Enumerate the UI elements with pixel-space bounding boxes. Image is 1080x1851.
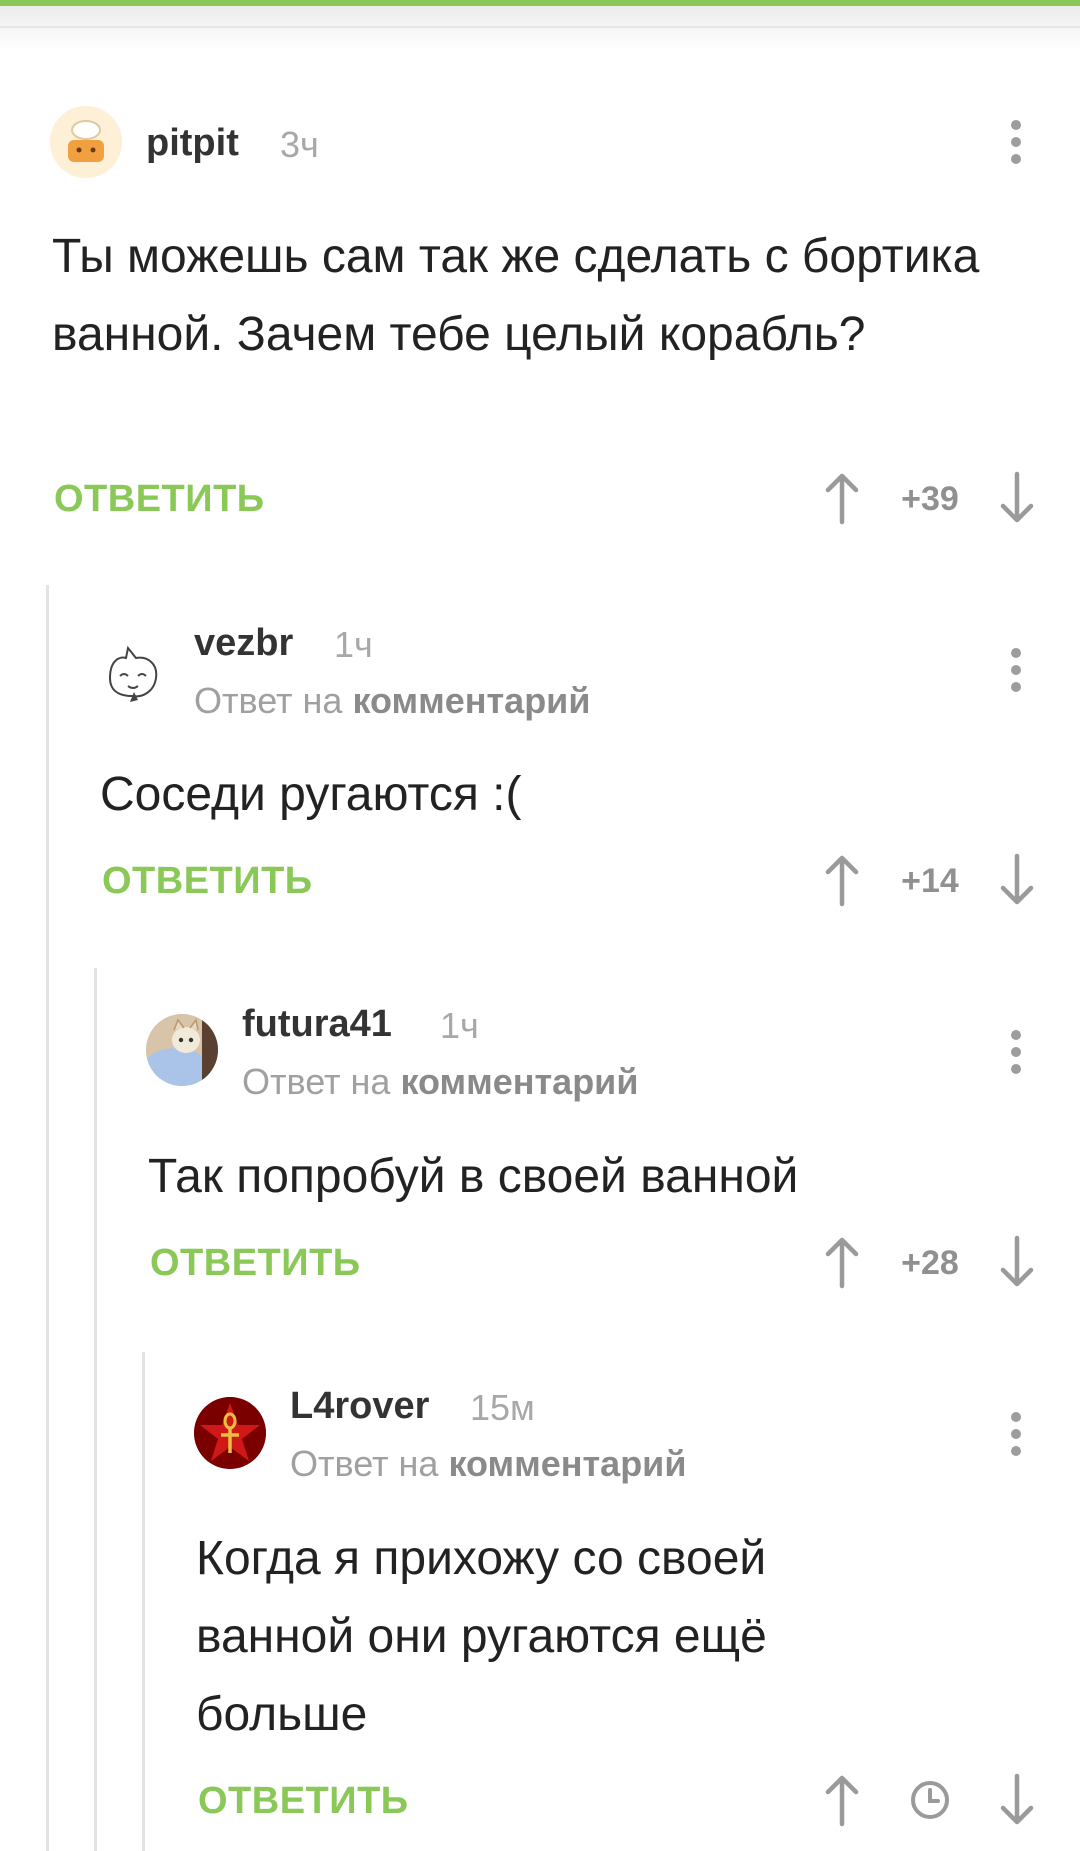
vote-score: +39 [901,480,959,518]
username[interactable]: L4rover [290,1385,429,1428]
chef-cat-avatar-icon [50,106,122,178]
more-options-icon[interactable] [1001,640,1031,700]
vote-score: +14 [901,862,959,900]
downvote-arrow-icon[interactable] [995,852,1039,908]
reply-to-label: Ответ на комментарий [242,1061,638,1103]
reply-to-prefix: Ответ на [242,1061,391,1102]
username[interactable]: pitpit [146,122,239,165]
comment-text: Ты можешь сам так же сделать с бортика в… [52,230,980,361]
reply-to-link[interactable]: комментарий [448,1443,686,1484]
reply-to-prefix: Ответ на [290,1443,439,1484]
vote-score: +28 [901,1244,959,1282]
reply-to-prefix: Ответ на [194,680,343,721]
reply-button[interactable]: ОТВЕТИТЬ [198,1780,409,1823]
upvote-arrow-icon[interactable] [820,852,864,908]
timestamp: 15м [470,1387,535,1428]
avatar[interactable] [50,106,122,178]
username[interactable]: futura41 [242,1003,392,1046]
username[interactable]: vezbr [194,622,293,665]
clock-icon [911,1781,949,1819]
avatar[interactable] [146,1014,218,1086]
reply-to-label: Ответ на комментарий [194,680,590,722]
upvote-arrow-icon[interactable] [820,1234,864,1290]
thread-line [94,968,97,1851]
thread-line [142,1352,145,1851]
cat-photo-avatar-icon [146,1014,218,1086]
downvote-arrow-icon[interactable] [995,1234,1039,1290]
reply-to-label: Ответ на комментарий [290,1443,686,1485]
avatar[interactable] [194,1397,266,1469]
upvote-arrow-icon[interactable] [820,470,864,526]
more-options-icon[interactable] [1001,1022,1031,1082]
reply-to-link[interactable]: комментарий [352,680,590,721]
timestamp: 3ч [280,124,319,165]
downvote-arrow-icon[interactable] [995,470,1039,526]
comment-text: Соседи ругаются :( [100,768,522,821]
comment-pitpit: pitpit 3ч Ты можешь сам так же сделать с… [0,0,1080,560]
more-options-icon[interactable] [1001,112,1031,172]
comment-text: Когда я прихожу со своей ванной они руга… [196,1532,767,1741]
thread-line [46,585,49,1851]
timestamp: 1ч [440,1005,479,1046]
upvote-arrow-icon[interactable] [820,1772,864,1828]
ankh-star-avatar-icon [194,1397,266,1469]
reply-to-link[interactable]: комментарий [400,1061,638,1102]
avatar[interactable] [98,638,170,710]
reply-button[interactable]: ОТВЕТИТЬ [150,1242,361,1285]
timestamp: 1ч [334,624,373,665]
reply-button[interactable]: ОТВЕТИТЬ [102,860,313,903]
comment-text: Так попробуй в своей ванной [148,1150,799,1203]
downvote-arrow-icon[interactable] [995,1772,1039,1828]
cat-sketch-avatar-icon [108,645,158,702]
reply-button[interactable]: ОТВЕТИТЬ [54,478,265,521]
more-options-icon[interactable] [1001,1404,1031,1464]
